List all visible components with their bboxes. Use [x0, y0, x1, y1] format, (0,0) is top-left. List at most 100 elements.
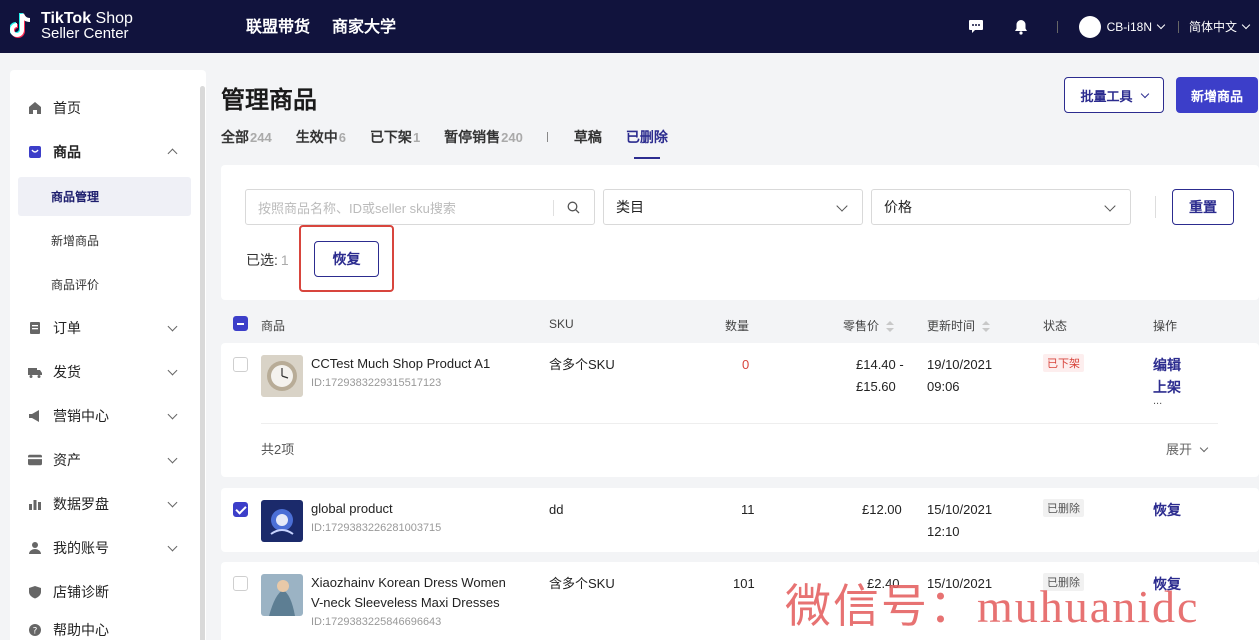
tab-label: 已下架: [369, 129, 412, 145]
product-name-line2[interactable]: V-neck Sleeveless Maxi Dresses: [311, 593, 500, 613]
sort-icon[interactable]: [886, 320, 895, 333]
megaphone-icon: [28, 409, 42, 423]
sidebar-item-assets[interactable]: 资产: [10, 440, 206, 480]
tab-label: 全部: [221, 129, 249, 145]
chevron-down-icon: [1140, 89, 1149, 98]
batch-tools-button[interactable]: 批量工具: [1064, 77, 1164, 113]
restore-link[interactable]: 恢复: [1153, 499, 1181, 521]
chevron-down-icon: [1199, 443, 1209, 453]
expand-toggle[interactable]: 展开: [1166, 439, 1209, 461]
avatar: [1078, 15, 1101, 38]
sidebar-item-label: 资产: [53, 452, 81, 468]
header-updated-label: 更新时间: [927, 319, 976, 333]
sidebar-item-label: 店铺诊断: [53, 584, 109, 600]
category-select[interactable]: 类目: [603, 189, 863, 225]
sidebar-item-shipping[interactable]: 发货: [10, 352, 206, 392]
chart-icon: [28, 497, 42, 511]
chevron-down-icon: [167, 453, 178, 464]
product-thumbnail[interactable]: [261, 355, 303, 397]
sidebar-item-marketing[interactable]: 营销中心: [10, 396, 206, 436]
tab-active[interactable]: 生效中6: [296, 127, 346, 147]
chevron-down-icon: [167, 497, 178, 508]
tab-suspended[interactable]: 暂停销售240: [444, 127, 523, 147]
header-product: 商品: [261, 319, 286, 333]
sidebar-item-product[interactable]: 商品: [10, 132, 206, 172]
category-label: 类目: [616, 199, 644, 215]
product-name[interactable]: global product: [311, 499, 393, 519]
topbar-divider: [1178, 20, 1179, 33]
sidebar-item-label: 发货: [53, 364, 81, 380]
account-name: CB-i18N: [1106, 19, 1152, 34]
nav-affiliate[interactable]: 联盟带货: [246, 13, 310, 37]
sidebar-subitem-reviews[interactable]: 商品评价: [18, 265, 191, 304]
tab-drafts[interactable]: 草稿: [574, 127, 602, 147]
logo-seller-center: Seller Center: [41, 25, 129, 42]
tab-count: 244: [250, 130, 272, 145]
language-select[interactable]: 简体中文: [1189, 18, 1259, 35]
sidebar-item-data-compass[interactable]: 数据罗盘: [10, 484, 206, 524]
selected-label: 已选:: [246, 252, 278, 268]
reset-button[interactable]: 重置: [1172, 189, 1234, 225]
price-select[interactable]: 价格: [871, 189, 1131, 225]
header-price[interactable]: 零售价: [843, 317, 895, 334]
sidebar-subitem-manage-products[interactable]: 商品管理: [18, 177, 191, 216]
product-price-max: £15.60: [856, 379, 896, 394]
sidebar-item-help[interactable]: ? 帮助中心: [10, 610, 206, 640]
new-product-button[interactable]: 新增商品: [1176, 77, 1258, 113]
header-sku: SKU: [549, 317, 574, 331]
chevron-down-icon: [167, 409, 178, 420]
select-all-checkbox[interactable]: [233, 316, 248, 331]
tab-deleted[interactable]: 已删除: [625, 127, 668, 159]
tab-all[interactable]: 全部244: [221, 127, 272, 147]
tiktok-logo-icon: [9, 11, 36, 41]
bell-icon[interactable]: [1012, 18, 1030, 36]
search-icon[interactable]: [567, 201, 580, 217]
tab-count: 1: [412, 130, 421, 145]
truck-icon: [28, 365, 42, 379]
sidebar-item-home[interactable]: 首页: [10, 88, 206, 128]
price-label: 价格: [884, 199, 912, 215]
edit-link[interactable]: 编辑: [1153, 354, 1181, 376]
updated-time: 12:10: [927, 524, 960, 539]
header-updated[interactable]: 更新时间: [927, 317, 991, 334]
tab-label: 草稿: [573, 129, 602, 145]
sidebar-item-diagnosis[interactable]: 店铺诊断: [10, 572, 206, 612]
search-placeholder: 按照商品名称、ID或seller sku搜索: [258, 200, 456, 216]
chevron-down-icon: [167, 321, 178, 332]
shield-icon: [28, 585, 42, 599]
sidebar-scrollbar[interactable]: [200, 86, 205, 640]
product-thumbnail[interactable]: [261, 500, 303, 542]
chevron-down-icon: [167, 541, 178, 552]
group-count: 共2项: [261, 442, 295, 457]
updated-date: 19/10/2021: [927, 357, 993, 372]
row-checkbox[interactable]: [233, 357, 248, 372]
nav-university[interactable]: 商家大学: [332, 13, 396, 37]
search-input[interactable]: 按照商品名称、ID或seller sku搜索: [245, 189, 595, 225]
product-sku: dd: [549, 502, 564, 517]
sidebar-item-account[interactable]: 我的账号: [10, 528, 206, 568]
chat-icon[interactable]: [967, 18, 985, 36]
row-checkbox[interactable]: [233, 502, 248, 517]
tab-label: 已删除: [625, 129, 668, 145]
header-status: 状态: [1043, 319, 1068, 333]
tiktok-shop-logo[interactable]: TikTok Shop Seller Center: [9, 8, 133, 44]
bulk-restore-button[interactable]: 恢复: [314, 241, 379, 277]
product-id: ID:1729383226281003715: [311, 522, 442, 534]
status-badge: 已删除: [1043, 499, 1084, 517]
sidebar: 首页 商品 商品管理 新增商品 商品评价 订单 发货 营销中心 资产 数据罗盘 …: [10, 70, 206, 640]
sidebar-subitem-add-product[interactable]: 新增商品: [18, 221, 191, 260]
tab-delisted[interactable]: 已下架1: [370, 127, 420, 147]
header-price-label: 零售价: [843, 319, 880, 333]
account-menu[interactable]: CB-i18N: [1078, 15, 1166, 38]
product-name-line1[interactable]: Xiaozhainv Korean Dress Women: [311, 573, 506, 593]
product-name[interactable]: CCTest Much Shop Product A1: [311, 354, 490, 374]
product-thumbnail[interactable]: [261, 574, 303, 616]
help-icon: ?: [28, 623, 42, 637]
more-actions-icon[interactable]: ...: [1153, 390, 1162, 412]
sort-icon[interactable]: [982, 320, 991, 333]
sidebar-item-orders[interactable]: 订单: [10, 308, 206, 348]
row-checkbox[interactable]: [233, 576, 248, 591]
sidebar-item-label: 订单: [53, 320, 81, 336]
card-icon: [28, 453, 42, 467]
selected-number: 1: [280, 252, 289, 268]
